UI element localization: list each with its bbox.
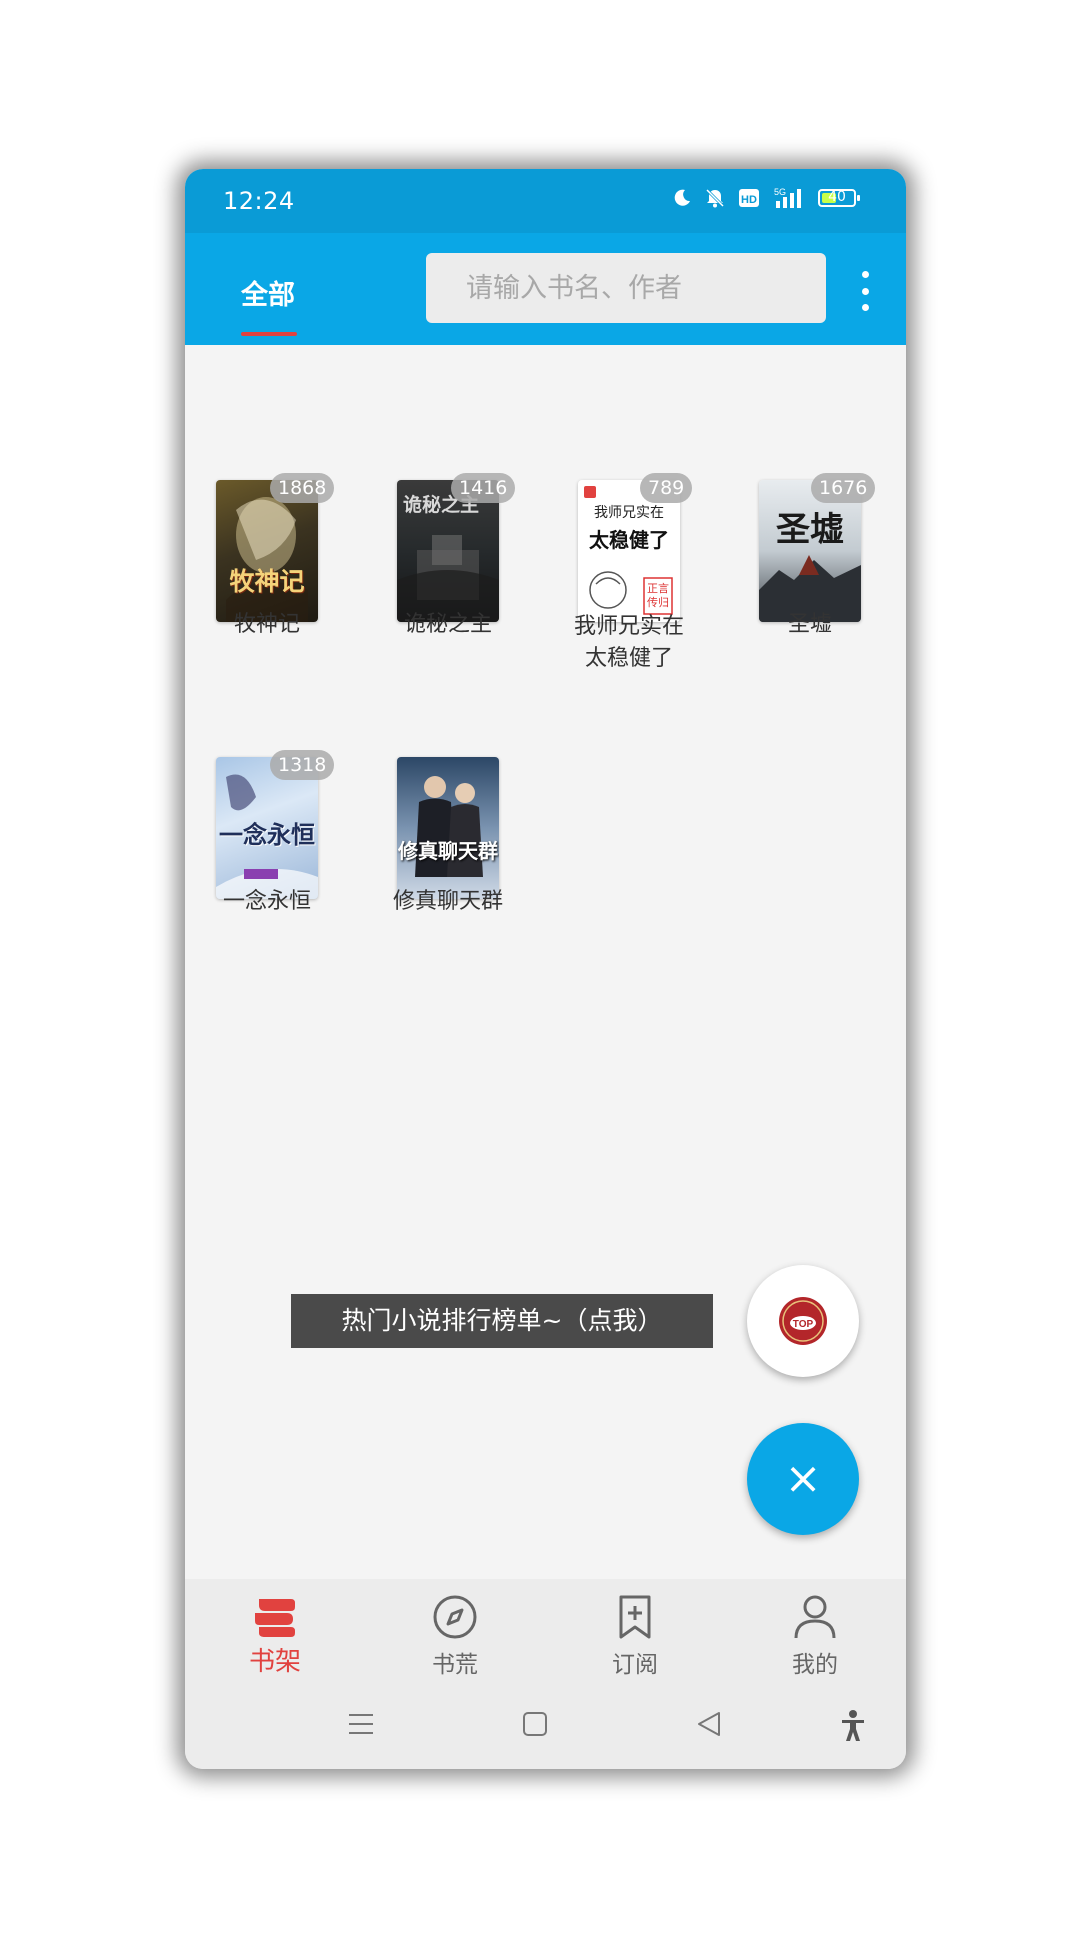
cover-seal-text: 正言传归: [647, 582, 669, 609]
signal-icon: 5G: [774, 187, 801, 208]
back-icon[interactable]: [695, 1709, 723, 1739]
more-vertical-icon[interactable]: [853, 271, 877, 311]
svg-text:TOP: TOP: [793, 1319, 814, 1330]
nav-label: 书架: [248, 1647, 301, 1677]
svg-text:HD: HD: [741, 194, 757, 206]
nav-label: 订阅: [612, 1652, 658, 1678]
svg-text:5G: 5G: [774, 187, 786, 197]
tab-indicator: [241, 332, 297, 336]
tab-all[interactable]: 全部: [241, 273, 295, 312]
search-input[interactable]: [426, 253, 826, 323]
update-count-badge: 1318: [270, 750, 335, 780]
menu-icon[interactable]: [347, 1709, 375, 1739]
book-title: 圣墟: [787, 612, 832, 637]
user-icon: [794, 1595, 836, 1639]
status-time: 12:24: [223, 187, 295, 215]
book-title: 修真聊天群: [392, 889, 503, 914]
moon-icon: [674, 189, 690, 206]
bell-off-icon: [705, 188, 725, 208]
system-nav-bar: [185, 1687, 906, 1769]
nav-subscribe[interactable]: 订阅: [545, 1579, 725, 1687]
compass-icon: [433, 1595, 477, 1639]
book-cover-art: [415, 776, 483, 877]
nav-label: 书荒: [432, 1652, 478, 1678]
nav-label: 我的: [792, 1652, 838, 1678]
update-count-badge: 1676: [811, 473, 876, 503]
battery-level: 40: [828, 189, 846, 205]
nav-profile[interactable]: 我的: [725, 1579, 905, 1687]
ranking-banner[interactable]: 热门小说排行榜单~（点我）: [291, 1294, 713, 1348]
nav-bookshelf[interactable]: 书架: [185, 1579, 365, 1687]
close-icon: ×: [784, 1453, 822, 1504]
book-title: 一念永恒: [222, 889, 311, 914]
book-title: 我师兄实在 太稳健了: [549, 611, 709, 675]
hd-icon: HD: [739, 189, 759, 207]
top-ranking-button[interactable]: TOP: [747, 1265, 859, 1377]
bottom-nav: 书架 书荒 订阅 我的: [185, 1579, 906, 1687]
home-icon[interactable]: [521, 1709, 549, 1739]
status-icons: HD 5G 40: [672, 187, 860, 209]
cover-title: 一念永恒: [219, 821, 315, 849]
update-count-badge: 1416: [451, 473, 516, 503]
battery-icon: 40: [818, 189, 860, 207]
update-count-badge: 789: [640, 473, 693, 503]
cover-title: 圣墟: [776, 510, 844, 550]
bookmark-add-icon: [619, 1595, 651, 1639]
close-button[interactable]: ×: [747, 1423, 859, 1535]
cover-title: 牧神记: [229, 567, 305, 596]
book-cover[interactable]: 修真聊天群: [397, 757, 499, 899]
accessibility-icon[interactable]: [839, 1709, 867, 1743]
phone-screen: 12:24 HD 5G 40 全部 请输入书名、作者 牧神记 1868 牧神记 …: [185, 169, 906, 1769]
bookshelf-icon: [255, 1599, 295, 1637]
book-title-line: 太稳健了: [584, 646, 673, 671]
app-top-bar: 全部: [185, 233, 906, 345]
update-count-badge: 1868: [270, 473, 335, 503]
status-bar: 12:24 HD 5G 40: [185, 169, 906, 233]
book-title-line: 我师兄实在: [573, 614, 684, 639]
nav-discover[interactable]: 书荒: [365, 1579, 545, 1687]
book-title: 牧神记: [233, 612, 300, 637]
cover-title: 修真聊天群: [398, 839, 498, 863]
top-badge-icon: TOP: [779, 1297, 827, 1345]
book-title: 诡秘之主: [403, 612, 492, 637]
